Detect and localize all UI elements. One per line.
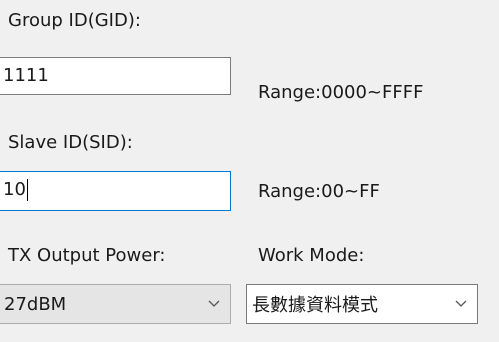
slave-id-label: Slave ID(SID):	[8, 132, 133, 153]
group-id-label: Group ID(GID):	[8, 10, 141, 31]
work-mode-select[interactable]: 長數據資料模式	[246, 284, 478, 324]
tx-output-power-label: TX Output Power:	[8, 245, 166, 266]
group-id-range-label: Range:0000~FFFF	[258, 82, 424, 103]
tx-output-power-value: 27dBM	[4, 293, 67, 315]
chevron-down-icon	[198, 285, 230, 323]
group-id-input[interactable]: 1111	[0, 57, 231, 95]
tx-output-power-select[interactable]: 27dBM	[0, 284, 231, 324]
slave-id-range-label: Range:00~FF	[258, 181, 380, 202]
work-mode-label: Work Mode:	[258, 245, 365, 266]
chevron-down-icon	[445, 285, 477, 323]
slave-id-input[interactable]: 10	[0, 171, 231, 211]
work-mode-value: 長數據資料模式	[252, 295, 378, 316]
